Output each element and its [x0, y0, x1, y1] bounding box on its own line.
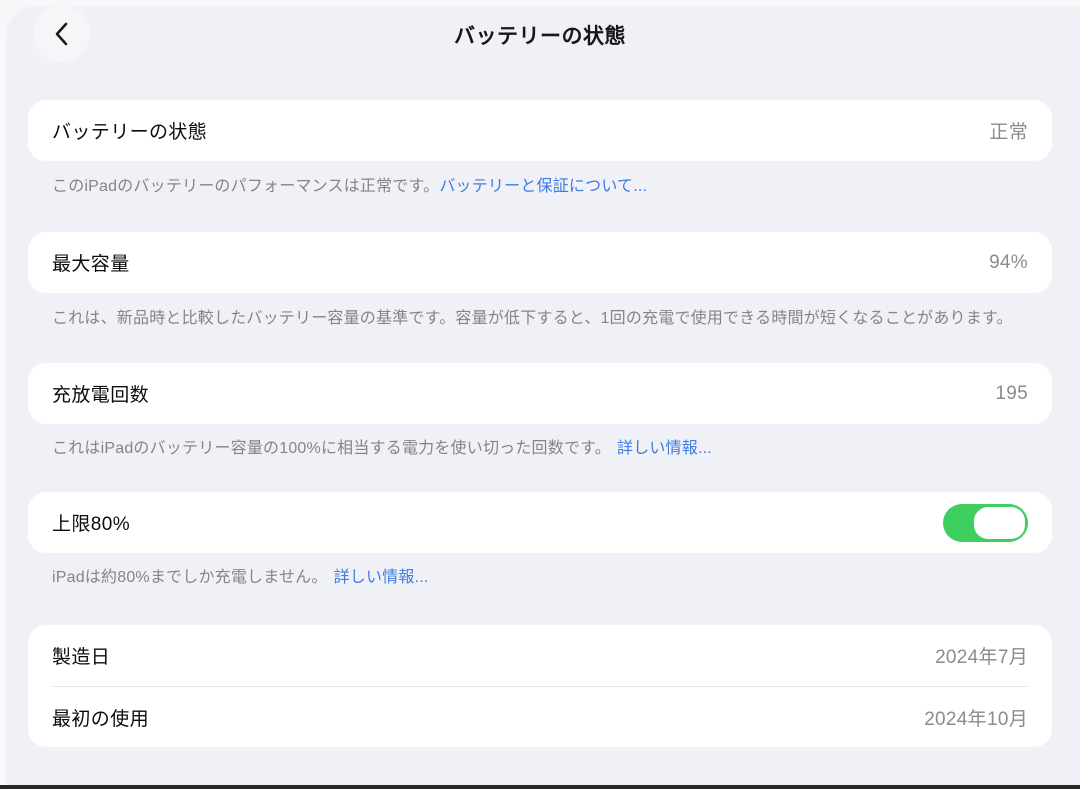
first-use-date-label: 最初の使用 [52, 704, 149, 731]
charge-limit-footnote-text: iPadは約80%までしか充電しません。 [52, 569, 328, 586]
battery-dates-card: 製造日 2024年7月 最初の使用 2024年10月 [28, 625, 1052, 747]
max-capacity-value: 94% [989, 252, 1028, 274]
page-title: バッテリーの状態 [0, 20, 1080, 50]
battery-health-footnote: このiPadのバッテリーのパフォーマンスは正常です。バッテリーと保証について..… [52, 176, 1040, 198]
back-button[interactable] [33, 5, 90, 62]
first-use-date-row: 最初の使用 2024年10月 [28, 687, 1052, 748]
battery-health-footnote-text: このiPadのバッテリーのパフォーマンスは正常です。 [52, 178, 439, 195]
max-capacity-footnote-text: これは、新品時と比較したバッテリー容量の基準です。容量が低下すると、1回の充電で… [52, 310, 1013, 327]
max-capacity-footnote: これは、新品時と比較したバッテリー容量の基準です。容量が低下すると、1回の充電で… [52, 308, 1040, 330]
cycle-count-row: 充放電回数 195 [28, 363, 1052, 424]
screen-bottom-edge [0, 785, 1080, 789]
max-capacity-label: 最大容量 [52, 249, 130, 276]
battery-health-screen: バッテリーの状態 バッテリーの状態 正常 このiPadのバッテリーのパフォーマン… [0, 0, 1080, 789]
max-capacity-row: 最大容量 94% [28, 232, 1052, 293]
cycle-count-value: 195 [995, 383, 1028, 405]
chevron-left-icon [52, 20, 72, 48]
cycle-count-learn-more-link[interactable]: 詳しい情報... [617, 440, 712, 457]
battery-health-value: 正常 [989, 117, 1028, 144]
charge-limit-toggle[interactable] [943, 504, 1028, 542]
charge-limit-row: 上限80% [28, 492, 1052, 553]
cycle-count-footnote-text: これはiPadのバッテリー容量の100%に相当する電力を使い切った回数です。 [52, 440, 611, 457]
manufacture-date-value: 2024年7月 [935, 642, 1028, 669]
cycle-count-label: 充放電回数 [52, 380, 149, 407]
battery-health-label: バッテリーの状態 [52, 117, 207, 144]
battery-health-row: バッテリーの状態 正常 [28, 100, 1052, 161]
first-use-date-value: 2024年10月 [924, 704, 1028, 731]
charge-limit-footnote: iPadは約80%までしか充電しません。詳しい情報... [52, 567, 1040, 589]
toggle-knob [974, 507, 1025, 539]
manufacture-date-row: 製造日 2024年7月 [28, 625, 1052, 686]
battery-warranty-link[interactable]: バッテリーと保証について... [439, 178, 647, 195]
cycle-count-footnote: これはiPadのバッテリー容量の100%に相当する電力を使い切った回数です。詳し… [52, 438, 1040, 460]
charge-limit-label: 上限80% [52, 509, 130, 536]
manufacture-date-label: 製造日 [52, 642, 110, 669]
charge-limit-learn-more-link[interactable]: 詳しい情報... [334, 569, 429, 586]
